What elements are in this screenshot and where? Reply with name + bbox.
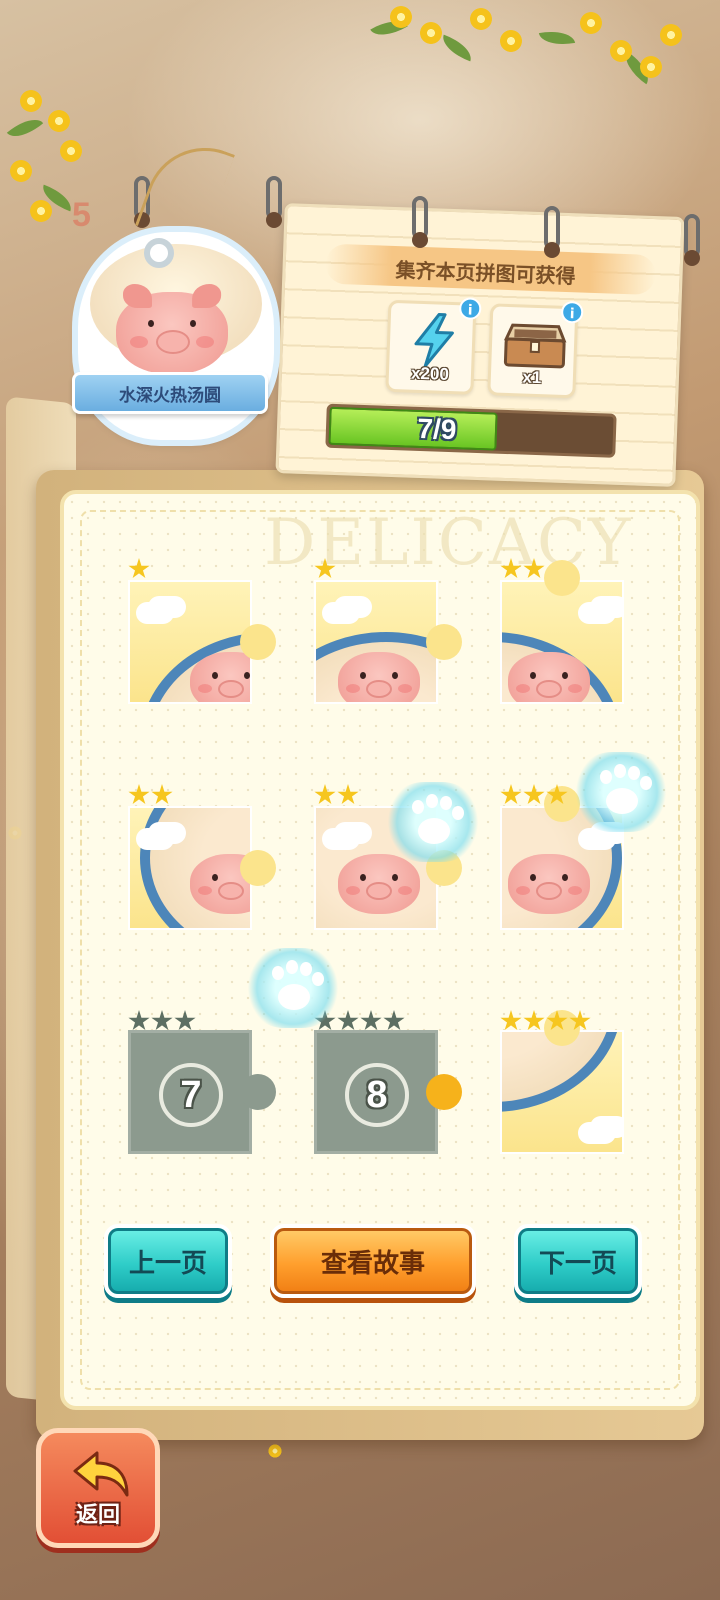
next-page-button[interactable]: 下一页 (514, 1224, 642, 1298)
reward-energy-qty: x200 (410, 363, 450, 384)
piece-stars (500, 1010, 591, 1032)
puzzle-piece-art (128, 806, 252, 930)
cloud-decoration (136, 828, 174, 850)
back-button[interactable]: 返回 (36, 1428, 160, 1548)
pig-icon (190, 652, 250, 702)
puzzle-tab (240, 850, 276, 886)
star-filled-icon (128, 784, 150, 805)
glowing-paw-icon (388, 782, 478, 862)
star-filled-icon (523, 784, 545, 805)
star-empty-icon (151, 1010, 173, 1031)
star-filled-icon (523, 558, 545, 579)
pig-icon (508, 854, 590, 914)
puzzle-progress-bar: 7/9 (325, 403, 617, 458)
puzzle-piece[interactable] (500, 1010, 624, 1154)
piece-stars (314, 558, 336, 580)
tag-hole (144, 238, 174, 268)
piece-stars (314, 784, 359, 806)
pig-icon (508, 652, 590, 702)
cloud-decoration (322, 602, 360, 624)
treasure-chest-icon (503, 323, 567, 369)
puzzle-piece[interactable] (128, 580, 276, 704)
cloud-decoration (578, 602, 616, 624)
return-arrow-icon (73, 1451, 129, 1497)
binder-ring (266, 176, 282, 228)
puzzle-piece-art (128, 580, 252, 704)
puzzle-piece-art (500, 580, 624, 704)
binder-ring (412, 196, 428, 248)
puzzle-piece[interactable] (128, 806, 276, 930)
view-story-button[interactable]: 查看故事 (270, 1224, 476, 1298)
puzzle-piece-art (314, 580, 438, 704)
puzzle-tab (426, 624, 462, 660)
star-filled-icon (337, 784, 359, 805)
star-filled-icon (546, 784, 568, 805)
reward-card: 集齐本页拼图可获得 i x200 i x1 7/9 (275, 203, 685, 487)
piece-stars (128, 558, 150, 580)
puzzle-tab (426, 1074, 462, 1110)
star-empty-icon (360, 1010, 382, 1031)
star-filled-icon (500, 558, 522, 579)
star-filled-icon (523, 1010, 545, 1031)
puzzle-tab (544, 560, 580, 596)
star-filled-icon (569, 1010, 591, 1031)
star-filled-icon (128, 558, 150, 579)
star-empty-icon (128, 1010, 150, 1031)
piece-stars (128, 784, 173, 806)
star-empty-icon (174, 1010, 196, 1031)
reward-energy[interactable]: i x200 (385, 297, 482, 395)
piece-stars (500, 558, 545, 580)
lightning-energy-icon (414, 313, 454, 368)
reward-chest[interactable]: i x1 (487, 300, 584, 399)
star-filled-icon (546, 1010, 568, 1031)
star-filled-icon (314, 558, 336, 579)
back-label: 返回 (75, 1503, 120, 1528)
locked-piece-number: 7 (159, 1063, 223, 1127)
binder-ring (684, 214, 700, 266)
cloud-decoration (136, 602, 174, 624)
reward-info-icon[interactable]: i (560, 300, 584, 324)
pig-icon (338, 652, 420, 702)
pig-icon (338, 854, 420, 914)
cloud-decoration (578, 1122, 616, 1144)
page-number: 5 (72, 196, 91, 234)
locked-piece-number: 8 (345, 1063, 409, 1127)
glowing-paw-icon (248, 948, 338, 1028)
star-filled-icon (500, 1010, 522, 1031)
puzzle-piece[interactable]: 7 (128, 1030, 276, 1154)
progress-text: 7/9 (416, 412, 457, 446)
pig-icon (116, 283, 228, 374)
puzzle-piece[interactable] (314, 580, 462, 704)
prev-page-button[interactable]: 上一页 (104, 1224, 232, 1298)
star-empty-icon (383, 1010, 405, 1031)
piece-stars (500, 784, 568, 806)
star-filled-icon (151, 784, 173, 805)
puzzle-tab (240, 1074, 276, 1110)
star-filled-icon (314, 784, 336, 805)
star-filled-icon (500, 784, 522, 805)
piece-stars (128, 1010, 196, 1032)
cloud-decoration (322, 828, 360, 850)
binder-ring (544, 206, 560, 258)
reward-info-icon[interactable]: i (458, 297, 482, 321)
puzzle-piece-art (500, 1030, 624, 1154)
puzzle-tab (240, 624, 276, 660)
album-tag-label: 水深火热汤圆 (119, 385, 221, 406)
star-empty-icon (337, 1010, 359, 1031)
puzzle-piece[interactable] (500, 560, 624, 704)
album-tag-ribbon: 水深火热汤圆 (72, 372, 268, 414)
reward-chest-qty: x1 (522, 367, 542, 388)
locked-piece-art: 8 (314, 1030, 438, 1154)
locked-piece-art: 7 (128, 1030, 252, 1154)
puzzle-piece[interactable]: 8 (314, 1030, 462, 1154)
glowing-paw-icon (576, 752, 666, 832)
